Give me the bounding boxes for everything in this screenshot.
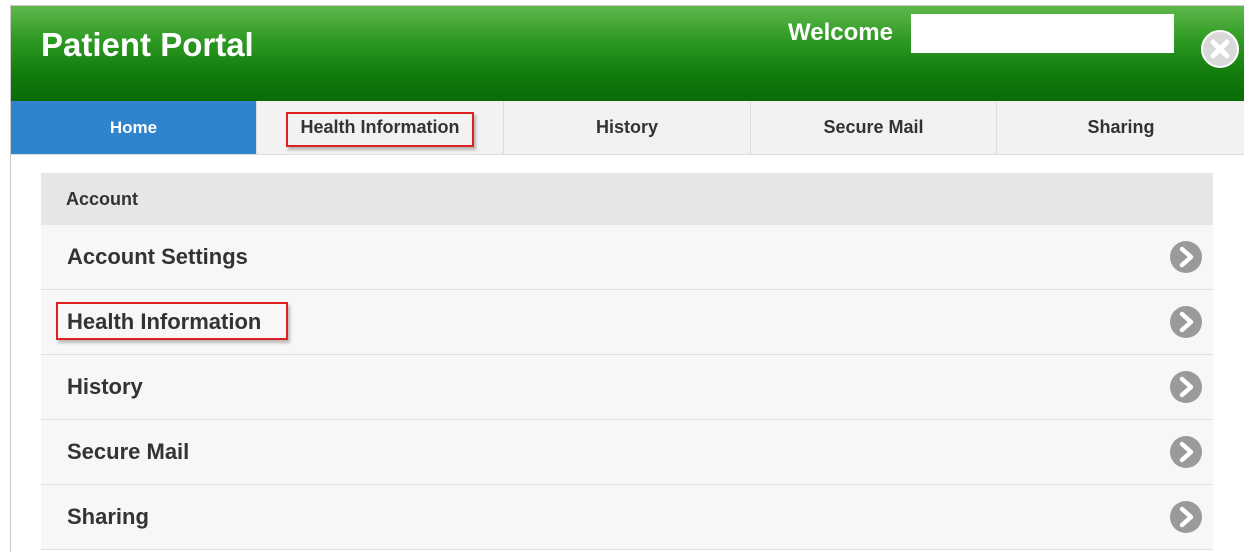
account-menu: Account Account Settings Health Informat… bbox=[41, 173, 1213, 552]
menu-item-label: Account Settings bbox=[67, 244, 248, 269]
chevron-right-icon bbox=[1170, 436, 1202, 468]
tab-sharing[interactable]: Sharing bbox=[997, 101, 1244, 154]
tab-history[interactable]: History bbox=[504, 101, 751, 154]
menu-item-label: Sharing bbox=[67, 504, 149, 529]
chevron-right-icon bbox=[1170, 241, 1202, 273]
menu-item-label: Health Information bbox=[67, 309, 262, 334]
menu-item-health-information[interactable]: Health Information bbox=[41, 290, 1213, 355]
tab-secure-mail[interactable]: Secure Mail bbox=[751, 101, 997, 154]
tab-history-label: History bbox=[595, 117, 658, 137]
patient-portal-window: Patient Portal Welcome Home Health Infor… bbox=[10, 5, 1244, 552]
header-bar: Patient Portal Welcome bbox=[11, 6, 1244, 101]
chevron-right-icon bbox=[1170, 501, 1202, 533]
menu-item-label: Secure Mail bbox=[67, 439, 190, 464]
menu-item-label: History bbox=[67, 374, 143, 399]
chevron-right-icon bbox=[1170, 306, 1202, 338]
welcome-name-field[interactable] bbox=[911, 14, 1174, 53]
tab-home-label: Home bbox=[109, 117, 158, 137]
close-icon[interactable] bbox=[1200, 29, 1240, 69]
menu-item-secure-mail[interactable]: Secure Mail bbox=[41, 420, 1213, 485]
main-tabs: Home Health Information History Secure M… bbox=[11, 101, 1244, 155]
menu-item-history[interactable]: History bbox=[41, 355, 1213, 420]
chevron-right-icon bbox=[1170, 371, 1202, 403]
app-title: Patient Portal bbox=[41, 26, 254, 63]
menu-item-account-settings[interactable]: Account Settings bbox=[41, 225, 1213, 290]
welcome-label: Welcome bbox=[788, 19, 893, 46]
tab-home[interactable]: Home bbox=[11, 101, 257, 154]
tab-secure-mail-label: Secure Mail bbox=[823, 117, 924, 137]
menu-item-sharing[interactable]: Sharing bbox=[41, 485, 1213, 550]
tab-health-information[interactable]: Health Information bbox=[257, 101, 504, 154]
tab-sharing-label: Sharing bbox=[1087, 117, 1155, 137]
account-section-header: Account bbox=[41, 173, 1213, 225]
tab-health-information-label: Health Information bbox=[300, 117, 460, 137]
